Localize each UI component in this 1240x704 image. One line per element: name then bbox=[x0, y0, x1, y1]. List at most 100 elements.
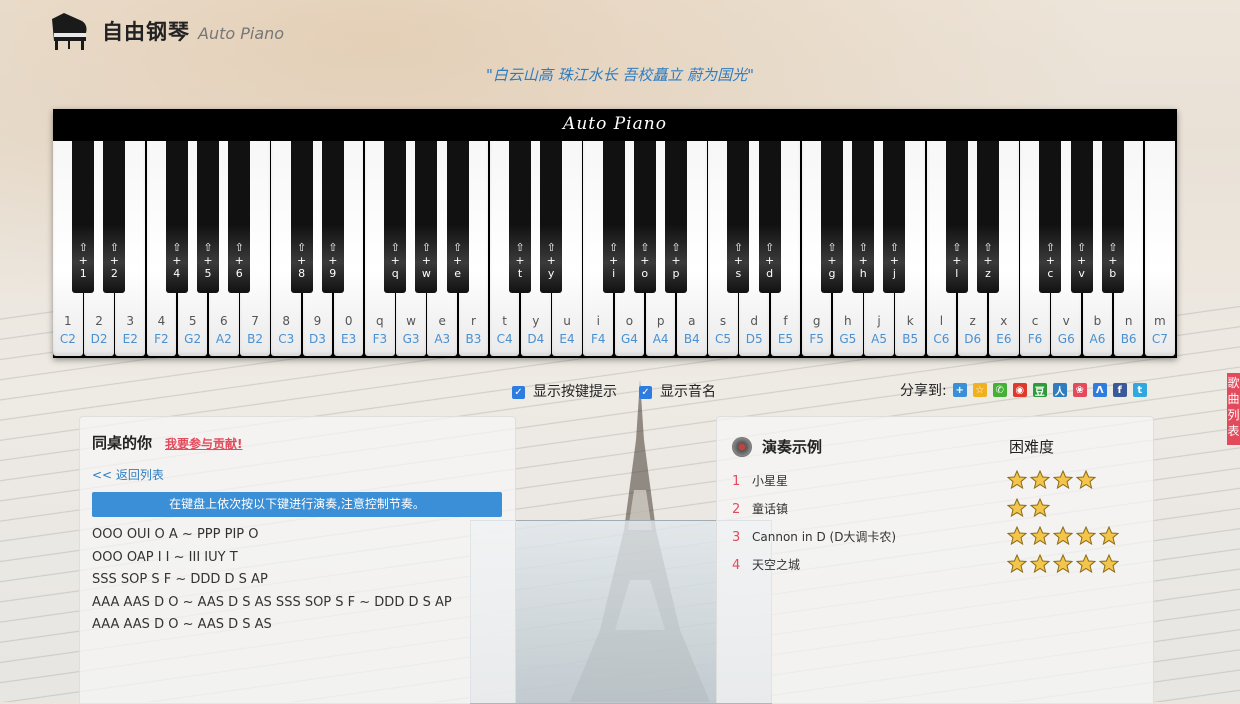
white-key-char: s bbox=[719, 314, 727, 328]
show-note-names-checkbox[interactable]: ✓ bbox=[639, 386, 652, 399]
shift-icon: ⇧ bbox=[328, 241, 338, 254]
black-key[interactable]: ⇧ + g bbox=[821, 141, 843, 293]
wechat-icon[interactable]: ✆ bbox=[992, 383, 1007, 397]
white-key-note: E5 bbox=[777, 332, 794, 346]
black-key[interactable]: ⇧ + d bbox=[758, 141, 781, 293]
black-key-hint: ⇧ +9 bbox=[322, 241, 344, 280]
facebook-icon[interactable]: f bbox=[1112, 383, 1127, 397]
black-key[interactable]: ⇧ + i bbox=[602, 141, 625, 293]
black-key[interactable]: ⇧ + h bbox=[852, 141, 875, 293]
black-key[interactable]: ⇧ + q bbox=[384, 141, 407, 293]
example-name[interactable]: 童话镇 bbox=[752, 502, 788, 516]
star-icon bbox=[1006, 469, 1028, 490]
black-key[interactable]: ⇧ +1 bbox=[72, 141, 95, 293]
shift-icon: ⇧ bbox=[296, 241, 307, 254]
example-item[interactable]: 1 小星星 bbox=[732, 472, 788, 492]
black-key[interactable]: ⇧ + z bbox=[977, 141, 999, 293]
white-key-note: F4 bbox=[590, 332, 606, 346]
white-key-note: G2 bbox=[184, 332, 202, 346]
plus-sign: + bbox=[608, 254, 619, 267]
black-key[interactable]: ⇧ + y bbox=[540, 141, 563, 293]
example-item[interactable]: 4 天空之城 bbox=[732, 556, 800, 576]
plus-sign: + bbox=[671, 254, 681, 267]
white-key-note: E3 bbox=[341, 332, 357, 346]
white-key-char: i bbox=[596, 314, 600, 328]
black-key[interactable]: ⇧ +4 bbox=[165, 141, 188, 293]
twitter-icon[interactable]: t bbox=[1132, 383, 1147, 397]
qzone-icon[interactable]: Λ bbox=[1092, 383, 1107, 397]
black-key-hint: ⇧ + e bbox=[447, 241, 469, 280]
black-key[interactable]: ⇧ + c bbox=[1039, 141, 1062, 293]
plus-sign: + bbox=[452, 254, 463, 267]
share-bar: 分享到: + ☆ ✆ ◉ 豆人 ❀ Λf t bbox=[900, 380, 1147, 400]
flower-icon[interactable]: ❀ bbox=[1072, 383, 1087, 397]
contribute-link[interactable]: 我要参与贡献! bbox=[165, 435, 242, 452]
white-key-note: A5 bbox=[871, 332, 887, 346]
example-name[interactable]: 小星星 bbox=[752, 474, 788, 488]
shift-icon: ⇧ bbox=[764, 241, 775, 254]
song-list-side-tab[interactable]: 歌曲列表 bbox=[1227, 373, 1240, 445]
shift-icon: ⇧ bbox=[1108, 241, 1118, 254]
examples-panel: 演奏示例 困难度 1 小星星 2 童话镇 3 Cannon in D (D大调卡农) 4 天空… bbox=[716, 416, 1154, 703]
plus-sign: + bbox=[952, 254, 962, 267]
black-key[interactable]: ⇧ + w bbox=[415, 141, 438, 293]
show-key-hints-checkbox[interactable]: ✓ bbox=[512, 386, 525, 399]
star-icon bbox=[1006, 553, 1028, 574]
plus-sign: + bbox=[764, 254, 775, 267]
piano-logo-icon[interactable] bbox=[48, 11, 90, 51]
example-name[interactable]: 天空之城 bbox=[752, 558, 800, 572]
renren-icon[interactable]: 人 bbox=[1052, 383, 1067, 398]
white-key-note: E6 bbox=[996, 332, 1012, 346]
show-key-hints-label[interactable]: 显示按键提示 bbox=[533, 381, 617, 401]
favorite-star-icon[interactable]: ☆ bbox=[972, 383, 987, 397]
black-key-char: h bbox=[859, 267, 867, 280]
show-note-names-label[interactable]: 显示音名 bbox=[660, 381, 716, 401]
back-to-list-link[interactable]: << 返回列表 bbox=[92, 466, 164, 483]
douban-icon[interactable]: 豆 bbox=[1032, 383, 1047, 398]
site-title[interactable]: 自由钢琴 bbox=[102, 16, 190, 46]
white-key-char: a bbox=[688, 314, 696, 328]
white-key[interactable]: m C7 bbox=[1145, 141, 1175, 356]
black-key[interactable]: ⇧ +6 bbox=[228, 141, 251, 293]
black-key[interactable]: ⇧ + p bbox=[665, 141, 687, 293]
example-item[interactable]: 3 Cannon in D (D大调卡农) bbox=[732, 528, 896, 548]
black-key-hint: ⇧ + i bbox=[603, 241, 625, 280]
black-key[interactable]: ⇧ + l bbox=[945, 141, 968, 293]
weibo-icon[interactable]: ◉ bbox=[1012, 383, 1027, 397]
difficulty-header: 困难度 bbox=[1009, 438, 1055, 456]
example-name[interactable]: Cannon in D (D大调卡农) bbox=[752, 530, 896, 544]
black-key-char: v bbox=[1078, 267, 1085, 280]
star-icon bbox=[1075, 553, 1097, 574]
black-key-hint: ⇧ + w bbox=[415, 241, 437, 280]
black-key[interactable]: ⇧ + t bbox=[509, 141, 531, 293]
white-key-note: G5 bbox=[839, 332, 857, 346]
black-key[interactable]: ⇧ + j bbox=[883, 141, 906, 293]
black-key[interactable]: ⇧ + b bbox=[1101, 141, 1124, 293]
plus-sign: + bbox=[827, 254, 837, 267]
example-item[interactable]: 2 童话镇 bbox=[732, 500, 788, 520]
plus-sign: + bbox=[296, 254, 307, 267]
black-key[interactable]: ⇧ +9 bbox=[321, 141, 344, 293]
example-index: 2 bbox=[732, 502, 741, 517]
plus-share-icon[interactable]: + bbox=[952, 383, 967, 397]
white-key-note: D5 bbox=[745, 332, 763, 346]
plus-sign: + bbox=[78, 254, 88, 267]
shift-icon: ⇧ bbox=[827, 241, 837, 254]
star-icon bbox=[1098, 553, 1120, 574]
black-key-char: i bbox=[612, 267, 616, 280]
black-key[interactable]: ⇧ + s bbox=[727, 141, 750, 293]
white-key-char: x bbox=[1000, 314, 1008, 328]
white-key-note: F2 bbox=[154, 332, 169, 346]
star-icon bbox=[1029, 497, 1051, 518]
white-key-note: C4 bbox=[496, 332, 513, 346]
black-key[interactable]: ⇧ + o bbox=[633, 141, 656, 293]
black-key[interactable]: ⇧ +8 bbox=[290, 141, 313, 293]
black-key[interactable]: ⇧ +2 bbox=[103, 141, 126, 293]
black-key-hint: ⇧ + h bbox=[852, 241, 874, 280]
black-key[interactable]: ⇧ + e bbox=[446, 141, 469, 293]
plus-sign: + bbox=[328, 254, 338, 267]
black-key[interactable]: ⇧ +5 bbox=[197, 141, 219, 293]
score-line: OOO OAP I I ~ III IUY T bbox=[92, 549, 238, 565]
black-key[interactable]: ⇧ + v bbox=[1070, 141, 1093, 293]
black-key-char: 2 bbox=[110, 267, 118, 280]
